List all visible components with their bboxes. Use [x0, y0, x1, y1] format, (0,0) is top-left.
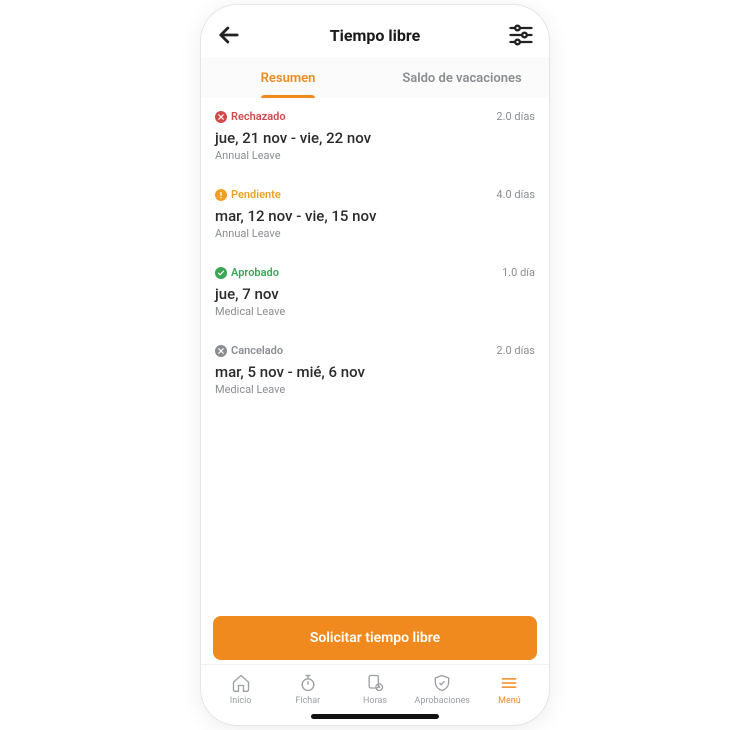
filter-button[interactable] — [507, 21, 535, 49]
status-label: Cancelado — [231, 344, 283, 357]
status-badge: Pendiente — [215, 188, 281, 201]
arrow-left-icon — [215, 21, 243, 49]
request-date-range: jue, 21 nov - vie, 22 nov — [215, 129, 535, 147]
request-days: 1.0 día — [502, 266, 535, 279]
bottom-nav: Inicio Fichar Horas Aprobaciones Menú — [201, 664, 549, 708]
home-indicator — [311, 714, 439, 719]
status-badge: Cancelado — [215, 344, 283, 357]
request-list: Rechazado 2.0 días jue, 21 nov - vie, 22 n… — [201, 98, 549, 606]
status-badge: Rechazado — [215, 110, 286, 123]
footer: Solicitar tiempo libre — [201, 606, 549, 664]
request-header-row: Cancelado 2.0 días — [215, 344, 535, 357]
request-time-off-button[interactable]: Solicitar tiempo libre — [213, 616, 537, 660]
request-leave-type: Annual Leave — [215, 149, 535, 162]
status-label: Rechazado — [231, 110, 286, 123]
request-header-row: Aprobado 1.0 día — [215, 266, 535, 279]
aprobado-icon — [215, 267, 227, 279]
back-button[interactable] — [215, 21, 243, 49]
request-days: 4.0 días — [496, 188, 535, 201]
request-item[interactable]: Cancelado 2.0 días mar, 5 nov - mié, 6 nov… — [201, 332, 549, 410]
request-item[interactable]: Aprobado 1.0 día jue, 7 nov Medical Leave — [201, 254, 549, 332]
request-leave-type: Annual Leave — [215, 227, 535, 240]
status-badge: Aprobado — [215, 266, 279, 279]
tab-summary[interactable]: Resumen — [201, 57, 375, 98]
request-date-range: jue, 7 nov — [215, 285, 535, 303]
tabs: Resumen Saldo de vacaciones — [201, 57, 549, 98]
page-title: Tiempo libre — [330, 26, 420, 45]
app-screen: Tiempo libre Resumen Saldo de vacaciones… — [201, 5, 549, 725]
nav-menu-label: Menú — [498, 696, 521, 706]
request-days: 2.0 días — [496, 110, 535, 123]
request-header-row: Pendiente 4.0 días — [215, 188, 535, 201]
nav-home-label: Inicio — [230, 696, 252, 706]
stopwatch-icon — [298, 673, 318, 693]
tab-balance[interactable]: Saldo de vacaciones — [375, 57, 549, 98]
nav-hours[interactable]: Horas — [341, 673, 408, 706]
home-icon — [231, 673, 251, 693]
status-label: Pendiente — [231, 188, 281, 201]
request-date-range: mar, 12 nov - vie, 15 nov — [215, 207, 535, 225]
hours-icon — [365, 673, 385, 693]
request-leave-type: Medical Leave — [215, 383, 535, 396]
pendiente-icon — [215, 189, 227, 201]
header: Tiempo libre — [201, 5, 549, 57]
status-label: Aprobado — [231, 266, 279, 279]
request-date-range: mar, 5 nov - mié, 6 nov — [215, 363, 535, 381]
nav-hours-label: Horas — [363, 696, 387, 706]
shield-check-icon — [432, 673, 452, 693]
nav-approvals[interactable]: Aprobaciones — [409, 673, 476, 706]
request-leave-type: Medical Leave — [215, 305, 535, 318]
menu-icon — [499, 673, 519, 693]
nav-menu[interactable]: Menú — [476, 673, 543, 706]
request-item[interactable]: Rechazado 2.0 días jue, 21 nov - vie, 22 n… — [201, 98, 549, 176]
cancelado-icon — [215, 345, 227, 357]
nav-clockin-label: Fichar — [295, 696, 320, 706]
nav-clockin[interactable]: Fichar — [274, 673, 341, 706]
sliders-icon — [507, 21, 535, 49]
request-header-row: Rechazado 2.0 días — [215, 110, 535, 123]
nav-home[interactable]: Inicio — [207, 673, 274, 706]
rechazado-icon — [215, 111, 227, 123]
request-days: 2.0 días — [496, 344, 535, 357]
nav-approvals-label: Aprobaciones — [415, 696, 470, 706]
request-item[interactable]: Pendiente 4.0 días mar, 12 nov - vie, 15 n… — [201, 176, 549, 254]
